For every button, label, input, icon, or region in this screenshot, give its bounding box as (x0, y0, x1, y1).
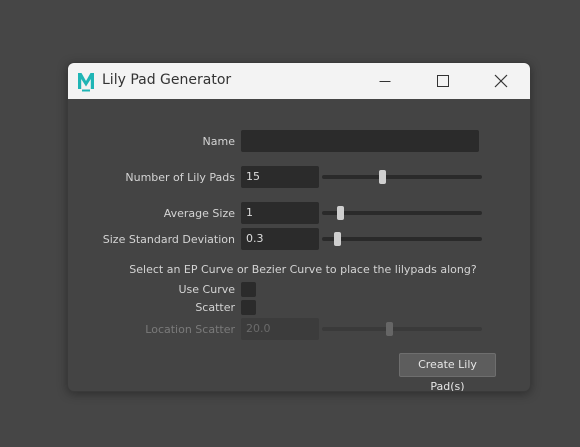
title-bar[interactable]: Lily Pad Generator (68, 63, 530, 99)
avg-size-field[interactable]: 1 (241, 202, 319, 224)
size-std-label: Size Standard Deviation (102, 233, 235, 246)
size-std-slider[interactable] (322, 232, 482, 246)
minimize-button[interactable] (362, 63, 408, 99)
maximize-button[interactable] (420, 63, 466, 99)
lily-pad-generator-window: Lily Pad Generator Name Number of Lily P… (67, 62, 531, 392)
close-button[interactable] (478, 63, 524, 99)
size-std-slider-thumb[interactable] (334, 232, 342, 246)
maximize-icon (437, 75, 449, 87)
curve-hint-text: Select an EP Curve or Bezier Curve to pl… (129, 263, 477, 276)
scatter-label: Scatter (195, 301, 235, 314)
num-pads-slider-thumb[interactable] (378, 170, 386, 184)
location-scatter-slider (322, 322, 482, 336)
avg-size-label: Average Size (163, 207, 235, 220)
num-pads-field[interactable]: 15 (241, 166, 319, 188)
window-title: Lily Pad Generator (102, 72, 232, 88)
size-std-field[interactable]: 0.3 (241, 228, 319, 250)
maya-m-icon (76, 70, 96, 92)
name-label: Name (202, 135, 235, 148)
name-field[interactable] (241, 130, 479, 152)
use-curve-label: Use Curve (178, 283, 236, 296)
close-icon (494, 74, 508, 88)
location-scatter-field: 20.0 (241, 318, 319, 340)
scatter-checkbox[interactable] (241, 300, 256, 315)
num-pads-label: Number of Lily Pads (125, 171, 235, 184)
avg-size-slider[interactable] (322, 206, 482, 220)
location-scatter-slider-thumb (386, 322, 394, 336)
location-scatter-label: Location Scatter (145, 323, 235, 336)
num-pads-slider[interactable] (322, 170, 482, 184)
minimize-icon (379, 81, 391, 82)
use-curve-checkbox[interactable] (241, 282, 256, 297)
create-lily-pads-button[interactable]: Create Lily Pad(s) (399, 353, 496, 391)
avg-size-slider-thumb[interactable] (337, 206, 345, 220)
